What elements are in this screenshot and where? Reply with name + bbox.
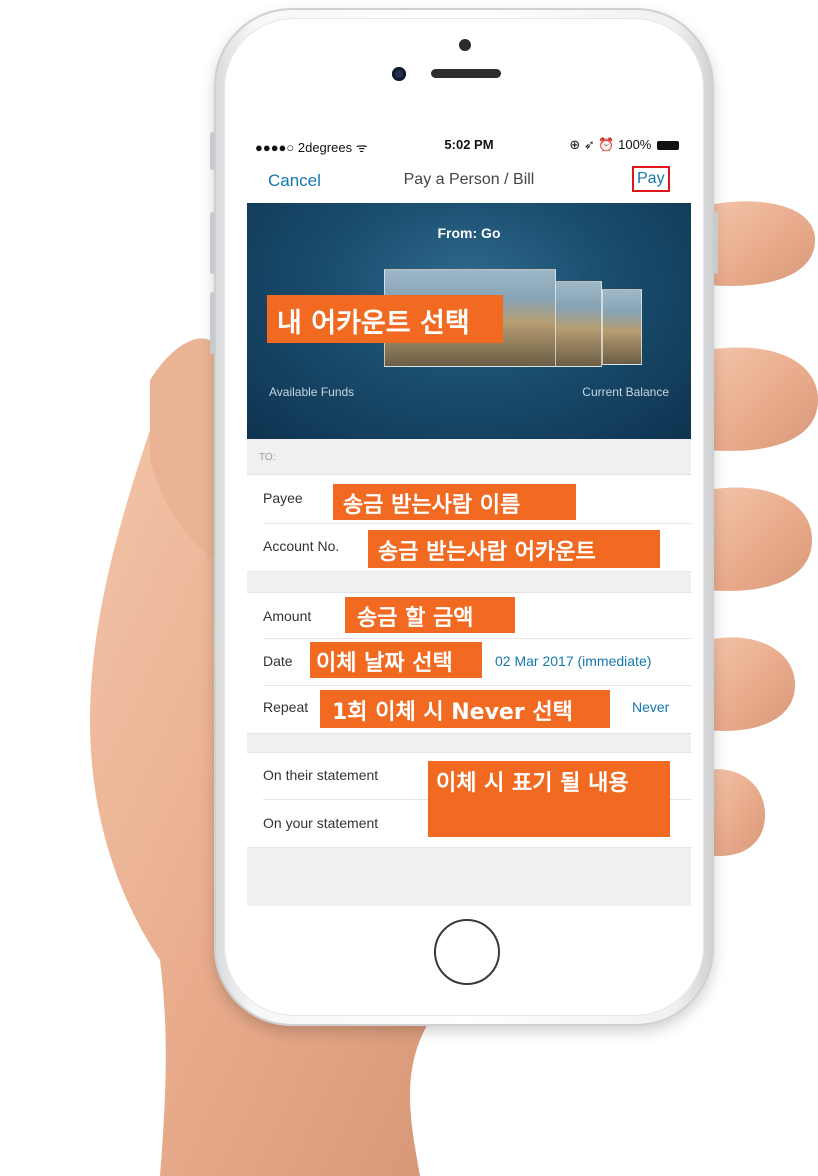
divider	[263, 685, 691, 686]
navigation-bar: Cancel Pay a Person / Bill Pay	[247, 158, 691, 203]
annotation-account-select: 내 어카운트 선택	[267, 295, 503, 343]
account-card[interactable]	[602, 289, 642, 365]
annotation-repeat-never: 1회 이체 시 Never 선택	[320, 690, 610, 728]
to-section-label: TO:	[259, 452, 276, 463]
available-funds-label: Available Funds	[269, 385, 355, 399]
current-balance-label: Current Balance	[582, 385, 669, 399]
annotation-payee-account: 송금 받는사람 어카운트	[368, 530, 660, 568]
their-statement-label: On their statement	[263, 767, 379, 783]
divider	[263, 523, 691, 524]
date-label: Date	[263, 653, 293, 669]
status-bar: ●●●●○ 2degrees ᯤ 5:02 PM ⊕ ➶ ⏰ 100%	[247, 132, 691, 158]
mute-switch	[210, 132, 215, 170]
pay-button[interactable]: Pay	[632, 166, 670, 192]
repeat-value[interactable]: Never	[632, 699, 669, 715]
date-value[interactable]: 02 Mar 2017 (immediate)	[495, 653, 651, 669]
repeat-label: Repeat	[263, 699, 309, 715]
annotation-amount: 송금 할 금액	[345, 597, 515, 633]
home-button[interactable]	[434, 919, 500, 985]
status-indicators: ⊕ ➶ ⏰ 100%	[569, 137, 652, 152]
divider	[263, 638, 691, 639]
from-account-label: From: Go	[437, 225, 501, 241]
annotation-statement-text: 이체 시 표기 될 내용	[428, 761, 670, 837]
volume-up-button	[210, 212, 215, 274]
front-camera	[392, 67, 406, 81]
amount-label: Amount	[263, 608, 312, 624]
account-number-label: Account No.	[263, 538, 340, 554]
proximity-sensor	[459, 39, 471, 51]
volume-down-button	[210, 292, 215, 354]
page-title: Pay a Person / Bill	[403, 171, 535, 188]
account-card[interactable]	[555, 281, 602, 367]
status-icons: ⊕ ➶ ⏰ 100%	[569, 137, 679, 153]
annotation-payee-name: 송금 받는사람 이름	[333, 484, 576, 520]
annotation-date-select: 이체 날짜 선택	[310, 642, 482, 678]
earpiece-speaker	[431, 69, 501, 78]
power-button	[713, 212, 718, 274]
your-statement-label: On your statement	[263, 815, 379, 831]
payee-label: Payee	[263, 490, 303, 506]
battery-icon	[657, 141, 679, 150]
